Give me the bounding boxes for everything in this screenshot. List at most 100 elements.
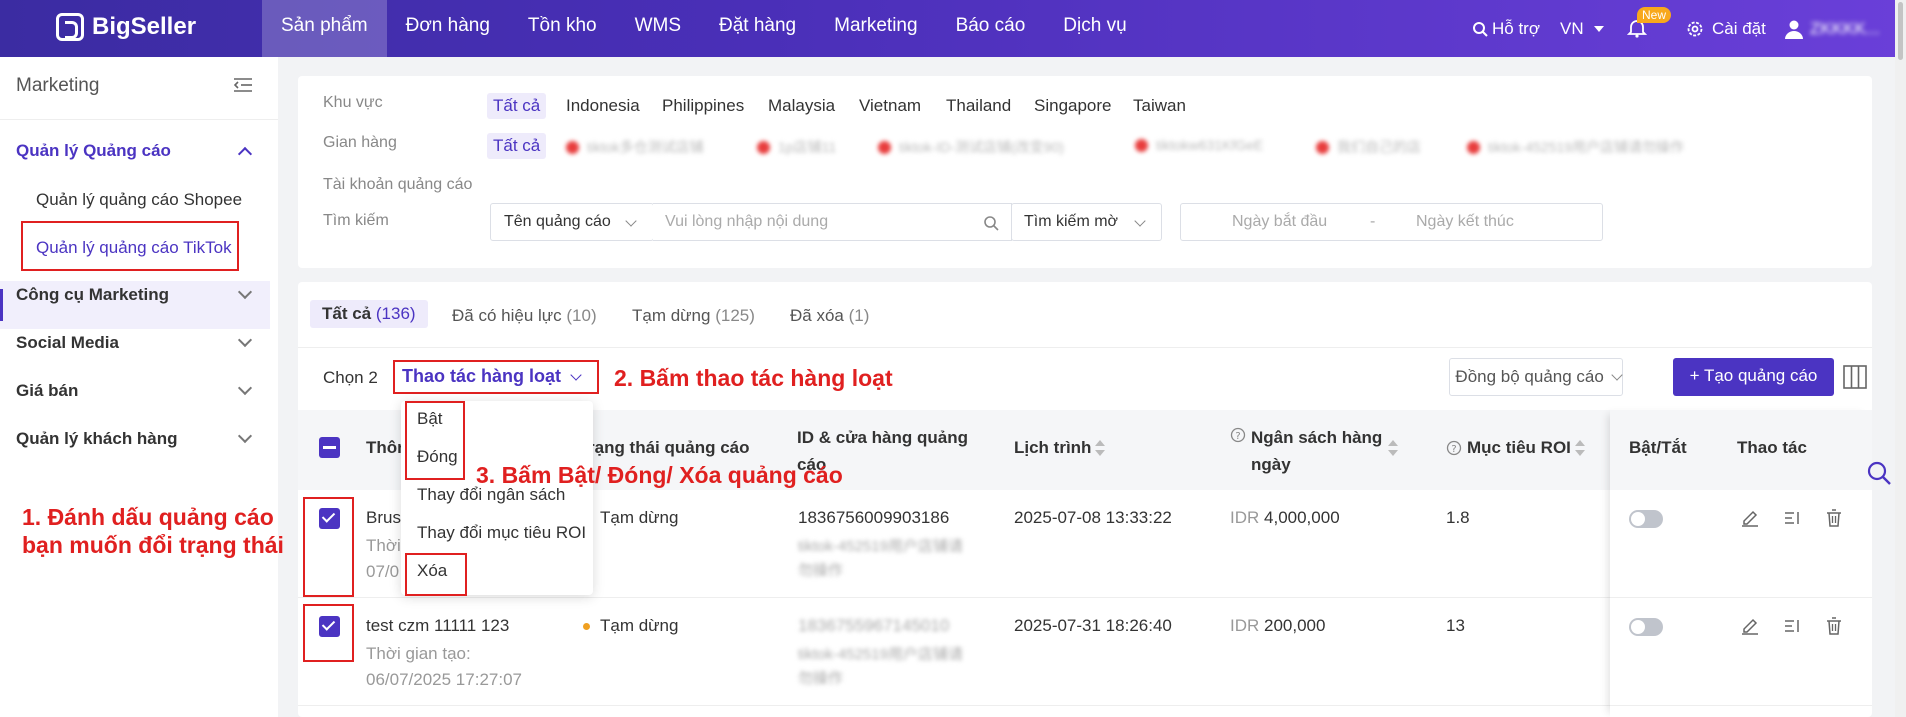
chevron-down-icon[interactable]: [237, 428, 253, 444]
scrollbar-thumb[interactable]: [1898, 2, 1903, 60]
chevron-down-icon[interactable]: [237, 380, 253, 396]
search-placeholder: Vui lòng nhập nội dung: [665, 213, 829, 230]
created-date: 07/0: [366, 562, 400, 581]
status-dot-icon: [583, 623, 590, 631]
collapse-sidebar-icon[interactable]: [233, 77, 253, 93]
ad-status: Tạm dừng: [583, 508, 678, 528]
minus-icon: [323, 446, 336, 449]
tab-paused[interactable]: Tạm dừng (125): [632, 306, 755, 326]
user-icon: [1785, 20, 1803, 39]
ad-account-label: Tài khoản quảng cáo: [323, 176, 473, 193]
support-label: Hỗ trợ: [1492, 18, 1540, 38]
help-icon[interactable]: ?: [1230, 427, 1246, 443]
col-schedule[interactable]: Lịch trình: [1014, 438, 1091, 458]
menu-item-change-roi[interactable]: Thay đổi mục tiêu ROI: [417, 523, 586, 543]
tab-active[interactable]: Đã có hiệu lực (10): [452, 306, 597, 326]
ad-budget: IDR 200,000: [1230, 616, 1326, 635]
bigseller-logo[interactable]: BigSeller: [56, 13, 196, 41]
sidebar-item-shopee-ads[interactable]: Quản lý quảng cáo Shopee: [36, 190, 242, 210]
page-scrollbar[interactable]: [1895, 0, 1906, 717]
region-indonesia[interactable]: Indonesia: [566, 96, 640, 116]
search-mode-select[interactable]: Tìm kiếm mờ: [1011, 203, 1162, 241]
highlight-tiktok-ads: [21, 221, 239, 271]
ad-roi: 13: [1446, 616, 1465, 635]
ad-name: test czm 11111 123: [366, 616, 510, 635]
chevron-up-icon[interactable]: [237, 146, 253, 162]
main-nav: Sản phẩm Đơn hàng Tồn kho WMS Đặt hàng M…: [262, 0, 1146, 57]
nav-products[interactable]: Sản phẩm: [262, 0, 387, 57]
store-flag-icon: [1316, 140, 1329, 154]
sidebar-group-pricing[interactable]: Giá bán: [16, 381, 78, 401]
ad-store: tiktok-452519用户店铺请勿操作: [798, 538, 964, 579]
sidebar-group-marketing-tools[interactable]: Công cụ Marketing: [16, 285, 169, 305]
region-taiwan[interactable]: Taiwan: [1133, 96, 1186, 116]
select-all-checkbox[interactable]: [319, 437, 340, 458]
sort-icon[interactable]: [1387, 438, 1399, 458]
region-singapore[interactable]: Singapore: [1034, 96, 1112, 116]
settings-button[interactable]: Cài đặt: [1686, 0, 1766, 57]
user-menu[interactable]: ZKKKK...: [1784, 0, 1880, 57]
date-range-picker[interactable]: Ngày bắt đầu - Ngày kết thúc: [1180, 203, 1603, 241]
store-chip[interactable]: tiktokw631KfGeE: [1135, 137, 1263, 153]
search-mode-value: Tìm kiếm mờ: [1024, 213, 1119, 230]
region-all[interactable]: Tất cả: [487, 93, 547, 119]
tabs-divider: [298, 347, 1872, 348]
sidebar-group-social-media[interactable]: Social Media: [16, 333, 119, 353]
search-field-select[interactable]: Tên quảng cáo: [490, 203, 654, 241]
nav-purchase[interactable]: Đặt hàng: [700, 0, 815, 57]
search-input[interactable]: Vui lòng nhập nội dung: [653, 203, 1012, 241]
store-chip[interactable]: tiktok多仓测试店铺: [566, 137, 704, 157]
nav-wms[interactable]: WMS: [616, 0, 700, 57]
sort-icon[interactable]: [1094, 438, 1106, 458]
help-icon[interactable]: ?: [1446, 440, 1462, 456]
chevron-down-icon: [1134, 215, 1146, 227]
store-chip[interactable]: 我们自己的店: [1316, 137, 1421, 157]
nav-services[interactable]: Dịch vụ: [1044, 0, 1145, 57]
sidebar-group-customers[interactable]: Quản lý khách hàng: [16, 429, 178, 449]
sidebar-title: Marketing: [16, 75, 100, 96]
language-label: VN: [1560, 18, 1584, 38]
sort-icon[interactable]: [1574, 438, 1586, 458]
created-label: Thời: [366, 536, 401, 555]
nav-orders[interactable]: Đơn hàng: [387, 0, 509, 57]
gear-icon: [1687, 21, 1703, 36]
store-chip[interactable]: 1p店铺11: [757, 137, 836, 157]
highlight-delete: [405, 553, 467, 596]
sidebar-group-ad-management[interactable]: Quản lý Quảng cáo: [16, 141, 171, 161]
search-icon[interactable]: [983, 215, 999, 231]
region-vietnam[interactable]: Vietnam: [859, 96, 921, 116]
svg-text:?: ?: [1235, 431, 1240, 442]
store-chip[interactable]: tiktok-452519用户店铺请勿操作: [1467, 137, 1684, 157]
col-daily-budget[interactable]: Ngân sách hàng ngày: [1251, 424, 1389, 478]
nav-inventory[interactable]: Tồn kho: [509, 0, 616, 57]
annotation-step1-line2: bạn muốn đổi trạng thái: [22, 532, 284, 558]
create-ad-button[interactable]: + Tạo quảng cáo: [1673, 358, 1834, 396]
store-chip[interactable]: tiktok-ID-测试店铺(改变90): [878, 137, 1064, 157]
chevron-down-icon[interactable]: [237, 332, 253, 348]
region-thailand[interactable]: Thailand: [946, 96, 1011, 116]
store-all[interactable]: Tất cả: [487, 133, 547, 159]
floating-search-icon[interactable]: [1866, 460, 1892, 486]
search-field-value: Tên quảng cáo: [504, 213, 611, 230]
tab-deleted[interactable]: Đã xóa (1): [790, 306, 869, 326]
top-navigation-bar: BigSeller Sản phẩm Đơn hàng Tồn kho WMS …: [0, 0, 1906, 57]
store-flag-icon: [566, 140, 579, 154]
sync-ads-button[interactable]: Đồng bộ quảng cáo: [1449, 358, 1623, 396]
date-start[interactable]: Ngày bắt đầu: [1232, 213, 1327, 231]
nav-marketing[interactable]: Marketing: [815, 0, 936, 57]
tab-all[interactable]: Tất cả (136): [310, 300, 428, 328]
column-settings-icon[interactable]: [1843, 365, 1867, 389]
annotation-step1-line1: 1. Đánh dấu quảng cáo: [22, 504, 274, 530]
chevron-down-icon: [1610, 369, 1623, 381]
highlight-row-checkbox: [303, 497, 354, 597]
support-link[interactable]: Hỗ trợ: [1472, 0, 1540, 57]
region-malaysia[interactable]: Malaysia: [768, 96, 835, 116]
col-status: rạng thái quảng cáo: [588, 438, 750, 457]
date-end[interactable]: Ngày kết thúc: [1416, 213, 1514, 231]
col-roi-target[interactable]: Mục tiêu ROI: [1467, 438, 1571, 458]
nav-reports[interactable]: Báo cáo: [937, 0, 1045, 57]
search-label: Tìm kiếm: [323, 212, 389, 229]
region-philippines[interactable]: Philippines: [662, 96, 744, 116]
language-select[interactable]: VN: [1560, 0, 1604, 57]
ad-schedule: 2025-07-31 18:26:40: [1014, 616, 1172, 635]
